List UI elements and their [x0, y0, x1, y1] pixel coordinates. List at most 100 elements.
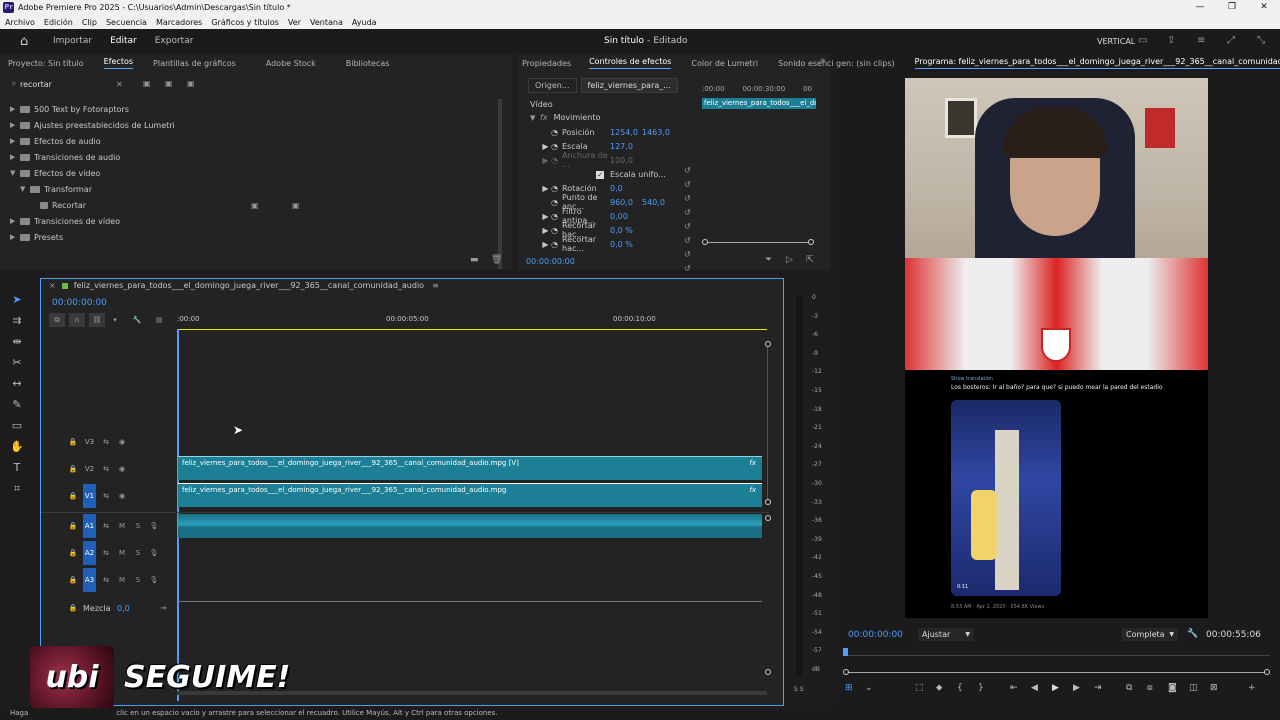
track-label[interactable]: V2: [83, 457, 96, 481]
menu-graficos[interactable]: Gráficos y títulos: [211, 18, 279, 27]
mute-button[interactable]: M: [116, 520, 128, 532]
clip-v2[interactable]: feliz_viernes_para_todos___el_domingo_ju…: [178, 456, 762, 480]
menu-clip[interactable]: Clip: [82, 18, 97, 27]
track-label[interactable]: A3: [83, 568, 96, 592]
share-icon[interactable]: ⇪: [1167, 35, 1175, 46]
chevron-right-icon[interactable]: ▶ ◔: [536, 184, 562, 193]
fullscreen-icon[interactable]: ⤢: [1227, 35, 1235, 46]
tab-proyecto[interactable]: Proyecto: Sin título: [8, 59, 84, 68]
tree-item[interactable]: ▶ 500 Text by Fotoraptors: [10, 101, 500, 117]
ec-clip-bar[interactable]: feliz_viernes_para_todos___el_do: [702, 98, 816, 109]
chevron-down-icon[interactable]: ▼: [10, 169, 20, 177]
step-back-icon[interactable]: ◀: [1031, 683, 1052, 693]
trash-icon[interactable]: 🗑: [491, 255, 502, 265]
tree-item[interactable]: ▶ Presets: [10, 229, 500, 245]
mute-button[interactable]: M: [116, 547, 128, 559]
menu-secuencia[interactable]: Secuencia: [106, 18, 147, 27]
play-icon[interactable]: ▶: [1052, 683, 1073, 693]
reset-icon[interactable]: ↺: [684, 208, 691, 217]
sync-lock-icon[interactable]: ⇆: [100, 547, 112, 559]
chevron-right-icon[interactable]: ▶ ◔: [536, 212, 562, 221]
lock-icon[interactable]: 🔒: [67, 463, 79, 475]
ec-timecode[interactable]: 00:00:00:00: [526, 257, 575, 266]
reset-icon[interactable]: ↺: [684, 222, 691, 231]
reset-icon[interactable]: ↺: [684, 166, 691, 175]
mic-icon[interactable]: 🎙: [148, 547, 160, 559]
slip-icon[interactable]: ↔: [12, 373, 21, 394]
scrollbar[interactable]: [498, 99, 502, 269]
filter-icon[interactable]: ⏷: [765, 255, 772, 265]
meter-solo[interactable]: S S: [794, 686, 804, 693]
tab-sonido-esencial[interactable]: Sonido esencial: [778, 59, 841, 68]
av-divider[interactable]: [41, 512, 769, 513]
chevron-down-icon[interactable]: ▼: [20, 185, 30, 193]
tree-item[interactable]: ▶ Transiciones de vídeo: [10, 213, 500, 229]
tab-adobe-stock[interactable]: Adobe Stock: [266, 59, 316, 68]
lock-icon[interactable]: 🔒: [67, 436, 79, 448]
mute-button[interactable]: M: [116, 574, 128, 586]
vr-icon[interactable]: ⊠: [1210, 683, 1248, 693]
pen-icon[interactable]: ✎: [12, 394, 21, 415]
v-scrollbar[interactable]: [767, 347, 768, 499]
reset-icon[interactable]: ↺: [684, 250, 691, 259]
sequence-tab[interactable]: × feliz_viernes_para_todos___el_domingo_…: [49, 281, 439, 290]
expand-icon[interactable]: ⤡: [1257, 35, 1265, 46]
ec-zoom-handle-right[interactable]: [808, 239, 814, 245]
accelerated-icon[interactable]: ▣: [143, 79, 151, 88]
program-video-frame[interactable]: Show translation Los bosteros: Ir al bañ…: [905, 78, 1208, 618]
search-input[interactable]: [20, 79, 116, 89]
track-label[interactable]: V1: [83, 484, 96, 508]
reset-icon[interactable]: ↺: [684, 264, 691, 273]
frame-icon[interactable]: ▭: [1138, 35, 1147, 46]
chevron-right-icon[interactable]: ▶: [10, 233, 20, 241]
captions-icon[interactable]: ⌗: [14, 478, 20, 499]
property-value[interactable]: 0,00: [610, 212, 642, 221]
mix-arrow-icon[interactable]: ⇥: [157, 602, 169, 614]
eye-icon[interactable]: ◉: [116, 490, 128, 502]
camera-icon[interactable]: ◙: [1168, 683, 1189, 693]
timeline-timecode[interactable]: 00:00:00:00: [52, 298, 107, 308]
scroll-handle[interactable]: [765, 515, 771, 521]
program-playhead[interactable]: [843, 648, 848, 656]
tab-propiedades[interactable]: Propiedades: [522, 59, 571, 68]
solo-button[interactable]: S: [132, 574, 144, 586]
home-icon[interactable]: ⌂: [20, 34, 28, 49]
minimize-icon[interactable]: —: [1184, 0, 1216, 15]
menu-archivo[interactable]: Archivo: [5, 18, 35, 27]
tab-source[interactable]: gen: (sin clips): [836, 59, 895, 68]
tab-controles-efectos[interactable]: Controles de efectos: [589, 57, 671, 69]
chevron-right-icon[interactable]: ▶: [10, 153, 20, 161]
audio-clip-a1[interactable]: [178, 514, 762, 538]
checkbox-icon[interactable]: ✓: [536, 170, 610, 179]
tab-plantillas[interactable]: Plantillas de gráficos: [153, 59, 236, 68]
go-to-out-icon[interactable]: ⇥: [1094, 683, 1126, 693]
property-value-2[interactable]: 1463,0: [642, 128, 670, 137]
track-label[interactable]: A1: [83, 514, 96, 538]
chevron-right-icon[interactable]: ▶ ◔: [536, 156, 562, 165]
sync-lock-icon[interactable]: ⇆: [100, 490, 112, 502]
property-value[interactable]: 127,0: [610, 142, 642, 151]
go-to-in-icon[interactable]: ⇤: [1010, 683, 1031, 693]
chevron-right-icon[interactable]: ▶: [10, 105, 20, 113]
reset-icon[interactable]: ↺: [684, 236, 691, 245]
chevron-down-icon[interactable]: ▼: [530, 114, 540, 122]
zoom-handle-left[interactable]: [843, 669, 849, 675]
property-value[interactable]: 960,0: [610, 198, 642, 207]
lock-icon[interactable]: 🔒: [67, 602, 79, 614]
track-select-icon[interactable]: ⇉: [12, 310, 21, 331]
lock-icon[interactable]: 🔒: [67, 520, 79, 532]
solo-button[interactable]: S: [132, 520, 144, 532]
captions-toggle-icon[interactable]: ▤: [153, 314, 165, 326]
wrench-icon[interactable]: 🔧: [1187, 629, 1198, 639]
tree-item-recortar[interactable]: Recortar ▣ ▣: [10, 197, 500, 213]
reset-icon[interactable]: ↺: [684, 180, 691, 189]
stopwatch-icon[interactable]: ◔: [536, 128, 562, 137]
lock-icon[interactable]: 🔒: [67, 574, 79, 586]
track-label[interactable]: V3: [83, 430, 96, 454]
nest-icon[interactable]: ⧉: [49, 313, 65, 327]
sequence-menu-icon[interactable]: ≡: [432, 281, 439, 290]
mic-icon[interactable]: 🎙: [148, 520, 160, 532]
wrench-icon[interactable]: 🔧: [131, 314, 143, 326]
selection-tool-icon[interactable]: ➤: [12, 289, 21, 310]
program-time-ruler[interactable]: [845, 655, 1270, 656]
